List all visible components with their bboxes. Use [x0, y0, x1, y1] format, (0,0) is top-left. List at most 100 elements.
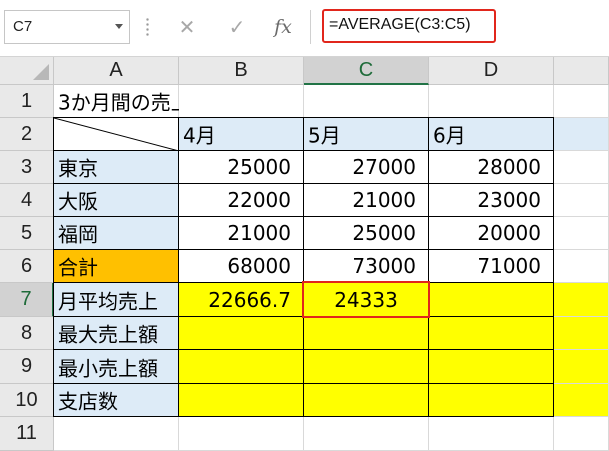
column-header-d[interactable]: D [429, 57, 554, 85]
cell-b7[interactable]: 22666.7 [178, 282, 304, 317]
cell-d2[interactable]: 6月 [428, 117, 554, 151]
cell-c6[interactable]: 73000 [303, 249, 429, 283]
cell-b5-value: 21000 [227, 221, 291, 245]
formula-bar-area: C7 ✕ ✓ fx =AVERAGE(C3:C5) [0, 0, 609, 56]
cell-d1[interactable] [429, 85, 554, 118]
column-header-e[interactable] [554, 57, 609, 85]
chevron-down-icon[interactable] [115, 24, 123, 29]
cell-a9-value: 最小売上額 [58, 356, 158, 380]
cell-b4[interactable]: 22000 [178, 183, 304, 217]
cell-e2[interactable] [554, 118, 609, 151]
cell-a2[interactable] [53, 117, 179, 151]
cell-e7[interactable] [554, 283, 609, 317]
cell-c10[interactable] [303, 383, 429, 417]
cell-b8[interactable] [178, 316, 304, 350]
cell-b2-value: 4月 [183, 123, 216, 148]
cell-b3[interactable]: 25000 [178, 150, 304, 184]
row-header-11[interactable]: 11 [0, 417, 54, 451]
cell-d6[interactable]: 71000 [428, 249, 554, 283]
cell-a5[interactable]: 福岡 [53, 216, 179, 250]
cell-c7-value: 24333 [334, 287, 398, 312]
cell-a8-value: 最大売上額 [58, 322, 158, 347]
cell-b9[interactable] [178, 349, 304, 384]
cell-b11[interactable] [179, 417, 304, 451]
row-header-9[interactable]: 9 [0, 350, 54, 384]
cell-d4[interactable]: 23000 [428, 183, 554, 217]
cell-e1[interactable] [554, 85, 609, 118]
row-header-1[interactable]: 1 [0, 85, 54, 118]
row-header-5[interactable]: 5 [0, 217, 54, 250]
row-header-7[interactable]: 7 [0, 283, 54, 317]
cell-a4[interactable]: 大阪 [53, 183, 179, 217]
cell-b2[interactable]: 4月 [178, 117, 304, 151]
cancel-icon[interactable]: ✕ [172, 12, 202, 42]
cell-c11[interactable] [304, 417, 429, 451]
cell-e11[interactable] [554, 417, 609, 451]
cell-a5-value: 福岡 [58, 222, 98, 247]
select-all-icon [33, 64, 49, 80]
name-box-value: C7 [13, 18, 33, 35]
enter-icon[interactable]: ✓ [222, 12, 252, 42]
row-header-2[interactable]: 2 [0, 118, 54, 151]
column-header-a[interactable]: A [54, 57, 179, 85]
cell-c5-value: 25000 [352, 221, 416, 245]
cell-a1[interactable]: 3か月間の売上 [54, 85, 191, 118]
cell-d3-value: 28000 [477, 155, 541, 179]
cell-b10[interactable] [178, 383, 304, 417]
cell-e9[interactable] [554, 350, 609, 384]
formula-text[interactable]: =AVERAGE(C3:C5) [329, 16, 471, 34]
cell-e4[interactable] [554, 184, 609, 217]
cell-a3[interactable]: 東京 [53, 150, 179, 184]
select-all-button[interactable] [0, 57, 54, 85]
cell-d9[interactable] [428, 349, 554, 384]
cell-c5[interactable]: 25000 [303, 216, 429, 250]
cell-a11[interactable] [54, 417, 179, 451]
cell-b3-value: 25000 [227, 155, 291, 179]
name-box[interactable]: C7 [4, 10, 130, 44]
row-header-4[interactable]: 4 [0, 184, 54, 217]
cell-c9[interactable] [303, 349, 429, 384]
cell-d10[interactable] [428, 383, 554, 417]
cell-c2-value: 5月 [308, 123, 341, 148]
cell-d7[interactable] [428, 282, 554, 317]
cell-b6-value: 68000 [227, 254, 291, 278]
cell-a8[interactable]: 最大売上額 [53, 316, 179, 350]
cell-e10[interactable] [554, 384, 609, 417]
cell-b5[interactable]: 21000 [178, 216, 304, 250]
cell-d11[interactable] [429, 417, 554, 451]
cell-e3[interactable] [554, 151, 609, 184]
cell-a9[interactable]: 最小売上額 [53, 349, 179, 384]
insert-function-icon[interactable]: fx [268, 12, 298, 42]
cell-d2-value: 6月 [433, 123, 466, 148]
cell-c4-value: 21000 [352, 188, 416, 212]
cell-d3[interactable]: 28000 [428, 150, 554, 184]
cell-a7[interactable]: 月平均売上 [53, 282, 179, 317]
cell-c1[interactable] [304, 85, 429, 118]
cell-e5[interactable] [554, 217, 609, 250]
cell-c7[interactable]: 24333 [303, 282, 429, 317]
cell-d5[interactable]: 20000 [428, 216, 554, 250]
row-header-8[interactable]: 8 [0, 317, 54, 350]
column-header-b[interactable]: B [179, 57, 304, 85]
cell-d8[interactable] [428, 316, 554, 350]
cell-b1[interactable] [179, 85, 304, 118]
cell-c8[interactable] [303, 316, 429, 350]
row-header-3[interactable]: 3 [0, 151, 54, 184]
cell-b6[interactable]: 68000 [178, 249, 304, 283]
cell-b7-value: 22666.7 [208, 287, 291, 312]
cell-c3[interactable]: 27000 [303, 150, 429, 184]
spreadsheet-grid[interactable]: A B C D 1 2 3 4 5 6 7 8 9 10 11 3か月間の売上 4月 5月 6月東京 25000 270… [0, 57, 609, 451]
drag-handle-icon[interactable] [146, 17, 149, 37]
cell-e6[interactable] [554, 250, 609, 283]
cell-a6[interactable]: 合計 [53, 249, 179, 283]
row-header-6[interactable]: 6 [0, 250, 54, 283]
cell-c2[interactable]: 5月 [303, 117, 429, 151]
row-header-10[interactable]: 10 [0, 384, 54, 417]
cell-c4[interactable]: 21000 [303, 183, 429, 217]
column-header-c[interactable]: C [304, 57, 429, 85]
cell-c3-value: 27000 [352, 155, 416, 179]
cell-a4-value: 大阪 [58, 189, 98, 214]
cell-a10[interactable]: 支店数 [53, 383, 179, 417]
cell-a6-value: 合計 [58, 255, 98, 280]
cell-e8[interactable] [554, 317, 609, 350]
